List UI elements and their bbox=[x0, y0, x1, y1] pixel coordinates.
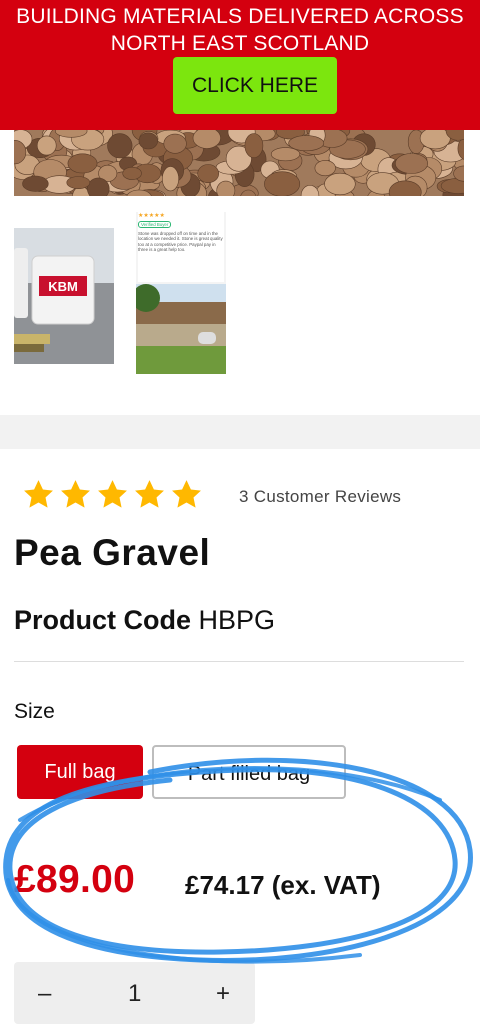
promo-banner: BUILDING MATERIALS DELIVERED ACROSS NORT… bbox=[0, 0, 480, 130]
quantity-value[interactable]: 1 bbox=[128, 980, 141, 1008]
star-icon bbox=[98, 480, 127, 508]
star-icon bbox=[135, 480, 164, 508]
star-icon bbox=[61, 480, 90, 508]
garden-photo bbox=[136, 284, 226, 374]
star-icon bbox=[172, 480, 201, 508]
increment-button[interactable]: + bbox=[216, 980, 230, 1008]
thumbnail-review[interactable]: ★★★★★ Verified Buyer Stone was dropped o… bbox=[136, 212, 226, 374]
bag-brand-text: KBM bbox=[48, 279, 78, 294]
banner-line-1: BUILDING MATERIALS DELIVERED ACROSS bbox=[16, 5, 464, 28]
star-icon bbox=[24, 480, 53, 508]
quantity-stepper: – 1 + bbox=[14, 962, 255, 1024]
rating-stars[interactable] bbox=[22, 478, 203, 511]
bulk-bag-photo: KBM bbox=[14, 228, 114, 364]
verified-badge: Verified Buyer bbox=[138, 221, 172, 229]
gravel-photo bbox=[14, 130, 464, 196]
review-snippet-text: Stone was dropped off on time and in the… bbox=[138, 231, 223, 252]
size-option-part-filled-bag[interactable]: Part filled bag bbox=[152, 745, 346, 799]
product-code-value: HBPG bbox=[198, 605, 276, 635]
banner-line-2: NORTH EAST SCOTLAND bbox=[110, 32, 370, 55]
price-ex-vat: £74.17 (ex. VAT) bbox=[185, 870, 381, 900]
divider bbox=[14, 661, 464, 662]
size-option-full-bag[interactable]: Full bag bbox=[17, 745, 143, 799]
product-code: Product Code HBPG bbox=[14, 605, 275, 636]
product-code-label: Product Code bbox=[14, 605, 192, 635]
click-here-button[interactable]: CLICK HERE bbox=[173, 57, 337, 114]
thumbnail-bulk-bag[interactable]: KBM bbox=[14, 228, 114, 364]
product-title: Pea Gravel bbox=[14, 532, 211, 573]
decrement-button[interactable]: – bbox=[38, 980, 51, 1008]
price: £89.00 bbox=[14, 858, 136, 901]
review-snippet-stars: ★★★★★ bbox=[138, 213, 165, 219]
size-label: Size bbox=[14, 700, 55, 723]
main-product-image bbox=[14, 130, 464, 196]
review-snippet: ★★★★★ Verified Buyer Stone was dropped o… bbox=[138, 212, 224, 282]
section-divider-band bbox=[0, 415, 480, 449]
customer-reviews-link[interactable]: 3 Customer Reviews bbox=[239, 487, 401, 507]
